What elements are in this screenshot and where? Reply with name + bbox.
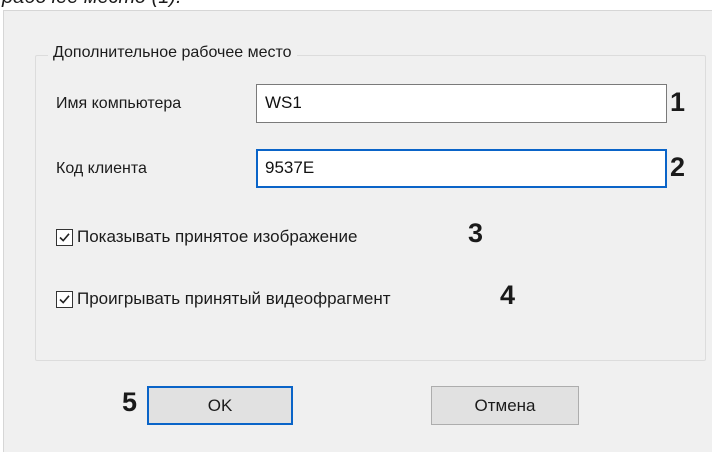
marker-3: 3: [468, 218, 484, 248]
ok-button[interactable]: OK: [147, 386, 293, 425]
marker-1: 1: [670, 87, 686, 117]
play-video-checkbox[interactable]: [56, 290, 73, 308]
show-image-label: Показывать принятое изображение: [77, 227, 358, 246]
show-image-checkbox[interactable]: [56, 228, 73, 246]
groupbox-title: Дополнительное рабочее место: [48, 44, 297, 62]
marker-2: 2: [670, 152, 686, 182]
play-video-checkbox-row[interactable]: Проигрывать принятый видеофрагмент: [56, 288, 391, 310]
client-code-field[interactable]: 9537E: [256, 149, 667, 188]
computer-name-field[interactable]: WS1: [256, 84, 667, 123]
marker-4: 4: [500, 280, 516, 310]
computer-name-label: Имя компьютера: [56, 95, 182, 112]
checkmark-icon: [59, 294, 70, 304]
page: рабочее место (1). Дополнительное рабоче…: [0, 0, 712, 452]
checkmark-icon: [59, 232, 70, 242]
cancel-button[interactable]: Отмена: [431, 386, 579, 425]
settings-dialog: Дополнительное рабочее место Имя компьют…: [3, 10, 712, 452]
show-image-checkbox-row[interactable]: Показывать принятое изображение: [56, 226, 357, 248]
document-caption: рабочее место (1).: [2, 0, 182, 9]
play-video-label: Проигрывать принятый видеофрагмент: [77, 289, 391, 308]
marker-5: 5: [122, 387, 138, 417]
client-code-label: Код клиента: [56, 160, 147, 177]
